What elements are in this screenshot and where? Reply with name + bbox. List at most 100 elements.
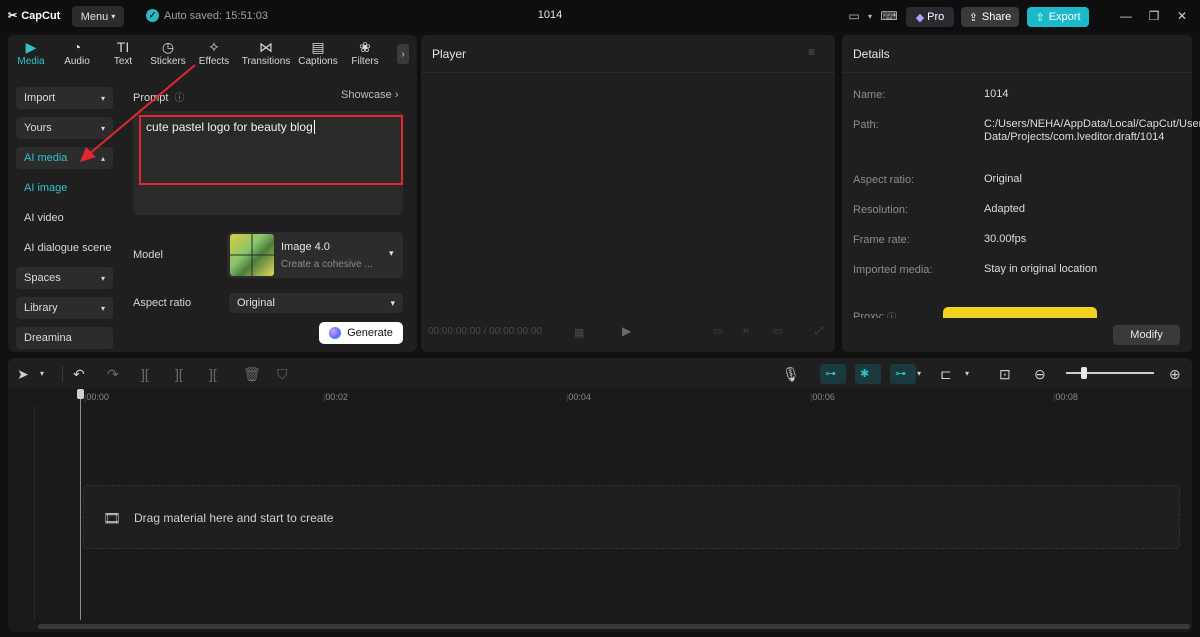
undo-icon[interactable]: ↶ [73, 366, 85, 382]
redo-icon[interactable]: ↷ [107, 366, 119, 382]
playhead-handle[interactable] [77, 389, 84, 399]
crop-icon[interactable]: ⌗ [743, 326, 749, 337]
aspect-ratio-select[interactable]: Original ▾ [229, 293, 403, 313]
play-icon[interactable]: ▶ [622, 324, 631, 338]
ruler-tick: |00:08 [1053, 392, 1078, 402]
detail-value-imported-media: Stay in original location [984, 263, 1098, 275]
fullscreen-quality-icon[interactable]: ▭ [713, 326, 722, 337]
close-icon[interactable]: ✕ [1174, 9, 1190, 23]
generate-button[interactable]: Generate [319, 322, 403, 344]
details-title: Details [853, 47, 890, 61]
chevron-down-icon[interactable]: ▾ [40, 366, 44, 382]
chevron-down-icon[interactable]: ▾ [865, 8, 875, 24]
timeline-icon[interactable]: ▦ [574, 326, 584, 339]
aspect-ratio-value: Original [237, 297, 275, 309]
link-icon: ⊶ [825, 368, 836, 380]
detail-label-name: Name: [853, 89, 886, 101]
showcase-label: Showcase [341, 89, 392, 101]
showcase-link[interactable]: Showcase › [341, 89, 399, 101]
sidebar-item-ai-dialogue-scene[interactable]: AI dialogue scene [24, 242, 111, 254]
sidebar-label: Import [24, 92, 56, 104]
text-cursor [313, 120, 315, 134]
keyboard-icon[interactable]: ⌨ [880, 8, 898, 24]
divider [421, 72, 835, 73]
detail-label-aspect-ratio: Aspect ratio: [853, 174, 915, 186]
preview-axis-icon[interactable]: ⊏ [940, 366, 952, 382]
expand-icon[interactable]: ⤢ [815, 326, 823, 337]
microphone-icon[interactable]: 🎙 [782, 366, 800, 382]
delete-icon[interactable]: 🗑 [243, 366, 261, 382]
split-icon[interactable]: ][ [141, 366, 149, 382]
sidebar-label: Yours [24, 122, 52, 134]
tab-label: Media [17, 56, 45, 67]
chain-icon: ⊶ [895, 368, 906, 380]
shield-icon[interactable]: ⛉ [277, 366, 288, 382]
sidebar-label: Library [24, 302, 58, 314]
export-button[interactable]: ⇧ Export [1027, 7, 1089, 27]
transitions-icon: ⋈ [259, 39, 273, 55]
chevron-right-icon: › [394, 89, 399, 101]
model-description: Create a cohesive ... [281, 259, 373, 270]
pro-button[interactable]: ◆ Pro [906, 7, 954, 27]
app-name: CapCut [21, 9, 61, 22]
tab-label: Captions [298, 56, 338, 67]
film-icon: 🎞 [103, 510, 121, 526]
chevron-down-icon[interactable]: ▾ [965, 366, 969, 382]
playhead[interactable] [80, 390, 81, 620]
tab-filters[interactable]: ❀ Filters [343, 38, 387, 67]
ruler-tick: |00:04 [566, 392, 591, 402]
zoom-slider[interactable] [1066, 372, 1154, 374]
sidebar-item-ai-image[interactable]: AI image [24, 182, 67, 194]
project-title: 1014 [537, 9, 563, 21]
player-timecode: 00:00:00:00 / 00:00:00:00 [428, 326, 542, 337]
chevron-down-icon[interactable]: ▾ [917, 366, 921, 382]
tab-captions[interactable]: ▤ Captions [296, 38, 340, 67]
annotation-arrow [80, 64, 196, 162]
tabs-scroll-right-button[interactable]: › [397, 44, 409, 64]
autosave-status: ✓ Auto saved: 15:51:03 [146, 9, 268, 22]
chevron-down-icon: ▾ [389, 248, 394, 258]
ruler-tick: |00:00 [84, 392, 109, 402]
modify-button[interactable]: Modify [1113, 325, 1180, 345]
tab-transitions[interactable]: ⋈ Transitions [240, 38, 292, 67]
sidebar-spaces[interactable]: Spaces ▾ [16, 267, 113, 289]
generate-icon [329, 327, 342, 339]
ratio-icon[interactable]: ▭ [773, 326, 782, 337]
filters-icon: ❀ [359, 39, 371, 55]
sidebar-item-ai-video[interactable]: AI video [24, 212, 64, 224]
zoom-out-icon[interactable]: ⊖ [1034, 366, 1046, 382]
export-icon: ⇧ [1035, 11, 1045, 24]
select-tool-icon[interactable]: ➤ [17, 366, 29, 382]
divider [842, 72, 1192, 73]
tick-label: 00:06 [812, 392, 835, 402]
divider [62, 366, 63, 382]
layout-icon[interactable]: ▭ [845, 8, 863, 24]
menu-icon[interactable]: ≡ [808, 45, 815, 59]
fit-icon[interactable]: ⊡ [999, 366, 1011, 382]
detail-value-frame-rate: 30.00fps [984, 233, 1027, 245]
minimize-icon[interactable]: — [1118, 9, 1134, 23]
player-title: Player [432, 47, 467, 61]
tick-label: 00:04 [568, 392, 591, 402]
app-logo: ✂ CapCut [8, 9, 61, 23]
zoom-slider-handle[interactable] [1081, 367, 1087, 379]
restore-icon[interactable]: ❐ [1146, 9, 1162, 23]
detail-value-resolution: Adapted [984, 203, 1025, 215]
split-right-icon[interactable]: ][ [209, 366, 217, 382]
horizontal-scrollbar[interactable] [38, 624, 1190, 629]
detail-value-aspect-ratio: Original [984, 173, 1022, 185]
tab-label: Transitions [241, 56, 291, 67]
effects-icon: ✧ [208, 39, 220, 55]
details-panel [842, 35, 1192, 352]
menu-button[interactable]: Menu ▾ [72, 6, 124, 27]
check-icon: ✓ [146, 9, 159, 22]
split-left-icon[interactable]: ][ [175, 366, 183, 382]
sidebar-library[interactable]: Library ▾ [16, 297, 113, 319]
menu-label: Menu [80, 10, 109, 23]
tab-media[interactable]: ▶ Media [9, 38, 53, 67]
sidebar-dreamina[interactable]: Dreamina [16, 327, 113, 349]
share-button[interactable]: ⇪ Share [961, 7, 1019, 27]
chevron-down-icon: ▾ [100, 273, 105, 283]
zoom-in-icon[interactable]: ⊕ [1169, 366, 1181, 382]
captions-icon: ▤ [311, 39, 325, 55]
